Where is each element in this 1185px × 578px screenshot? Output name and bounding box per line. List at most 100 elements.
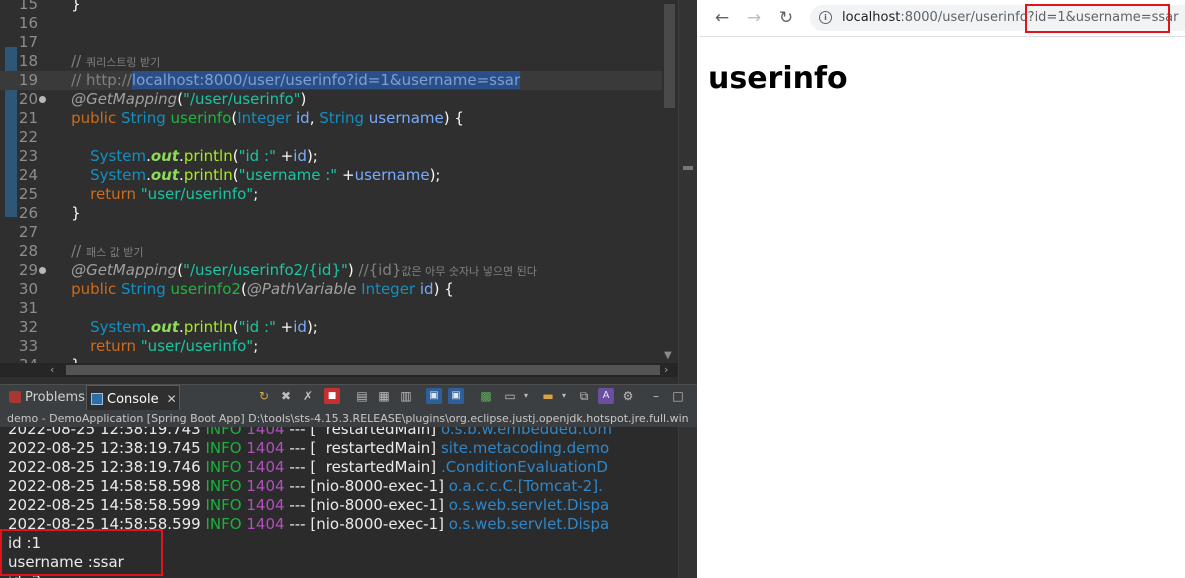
chevron-down-icon[interactable]: ▾: [518, 388, 534, 404]
code-line[interactable]: 20 @GetMapping("/user/userinfo"): [0, 90, 662, 109]
pin-console-icon[interactable]: ▩: [478, 388, 494, 404]
code-line[interactable]: 19 // http://localhost:8000/user/userinf…: [0, 71, 662, 90]
code-line[interactable]: 17: [0, 33, 662, 52]
info-icon[interactable]: i: [819, 11, 832, 24]
code-token: );: [306, 147, 318, 165]
word-wrap-icon[interactable]: ▥: [398, 388, 414, 404]
log-level: INFO: [205, 427, 242, 438]
log-logger: site.metacoding.demo: [440, 439, 610, 457]
ruler-marker: [683, 166, 693, 170]
code-token: System: [52, 166, 147, 184]
line-number: 30: [18, 280, 38, 298]
editor-horizontal-scrollbar[interactable]: ‹ ›: [0, 363, 678, 377]
line-number: 16: [18, 14, 38, 32]
tab-problems[interactable]: Problems: [9, 385, 85, 411]
line-number: 18: [18, 52, 38, 70]
console-output[interactable]: 2022-08-25 12:38:19.743 INFO 1404 --- [ …: [0, 427, 678, 578]
code-text: @GetMapping("/user/userinfo2/{id}") //{i…: [52, 261, 537, 281]
code-line[interactable]: 29 @GetMapping("/user/userinfo2/{id}") /…: [0, 261, 662, 280]
show-stderr-icon[interactable]: ▣: [448, 388, 464, 404]
line-number: 26: [18, 204, 38, 222]
code-token: ) {: [443, 109, 464, 127]
log-thread: --- [nio-8000-exec-1]: [289, 496, 444, 514]
code-token: String: [120, 109, 171, 127]
line-number: 29: [18, 261, 38, 279]
code-token: Integer: [237, 109, 296, 127]
code-token: println: [183, 166, 233, 184]
code-token: "/user/userinfo2/{id}": [183, 261, 348, 279]
line-number: 24: [18, 166, 38, 184]
reload-icon[interactable]: ↻: [774, 6, 798, 30]
show-stdout-icon[interactable]: ▣: [426, 388, 442, 404]
editor-vertical-scrollbar[interactable]: ▼: [662, 0, 678, 363]
scroll-right-icon[interactable]: ›: [664, 363, 668, 377]
code-line[interactable]: 24 System.out.println("username :" +user…: [0, 166, 662, 185]
code-line[interactable]: 21 public String userinfo(Integer id, St…: [0, 109, 662, 128]
fold-toggle-icon[interactable]: [39, 96, 46, 103]
relaunch-icon[interactable]: ↻: [256, 388, 272, 404]
code-token: "/user/userinfo": [183, 90, 301, 108]
line-number: 32: [18, 318, 38, 336]
console-icon: [91, 393, 103, 405]
new-console-icon[interactable]: ▬: [540, 388, 556, 404]
scrollbar-thumb[interactable]: [66, 365, 660, 375]
copy-icon[interactable]: ⧉: [576, 388, 592, 404]
tab-console[interactable]: Console ✕: [86, 385, 180, 411]
scrollbar-thumb[interactable]: [664, 4, 675, 108]
code-line[interactable]: 15 }: [0, 0, 662, 14]
scroll-lock-icon[interactable]: ▦: [376, 388, 392, 404]
code-line[interactable]: 18 // 쿼리스트링 받기: [0, 52, 662, 71]
code-line[interactable]: 31: [0, 299, 662, 318]
terminate-icon[interactable]: ■: [324, 388, 340, 404]
code-line[interactable]: 27: [0, 223, 662, 242]
remove-launch-icon[interactable]: ✖: [278, 388, 294, 404]
code-line[interactable]: 26 }: [0, 204, 662, 223]
code-editor[interactable]: 15 } 16 17 18 // 쿼리스트링 받기 19 // http://local…: [0, 0, 678, 363]
log-thread: --- [nio-8000-exec-1]: [289, 515, 444, 533]
code-token: println: [183, 318, 233, 336]
code-token: username: [354, 166, 430, 184]
code-line[interactable]: 28 // 패스 값 받기: [0, 242, 662, 261]
spell-check-icon[interactable]: A: [598, 388, 614, 404]
log-pid: 1404: [246, 515, 285, 533]
log-pid: 1404: [246, 477, 285, 495]
log-logger: o.a.c.c.C.[Tomcat-2].: [448, 477, 603, 495]
clear-console-icon[interactable]: ▤: [354, 388, 370, 404]
log-thread: --- [ restartedMain]: [289, 427, 437, 438]
code-line[interactable]: 32 System.out.println("id :" +id);: [0, 318, 662, 337]
chevron-down-icon[interactable]: ▾: [556, 388, 572, 404]
display-console-icon[interactable]: ▭: [502, 388, 518, 404]
code-token: }: [52, 356, 81, 363]
code-line[interactable]: 33 return "user/userinfo";: [0, 337, 662, 356]
code-token: +: [275, 318, 294, 336]
code-line[interactable]: 25 return "user/userinfo";: [0, 185, 662, 204]
forward-icon[interactable]: →: [742, 6, 766, 30]
code-line[interactable]: 30 public String userinfo2(@PathVariable…: [0, 280, 662, 299]
settings-icon[interactable]: ⚙: [620, 388, 636, 404]
log-line: 2022-08-25 12:38:19.746 INFO 1404 --- [ …: [8, 458, 608, 477]
scroll-left-icon[interactable]: ‹: [50, 363, 54, 377]
code-token: out: [150, 166, 180, 184]
scroll-down-icon[interactable]: ▼: [664, 350, 672, 361]
code-token: @GetMapping: [52, 90, 178, 108]
fold-toggle-icon[interactable]: [39, 267, 46, 274]
code-line[interactable]: 23 System.out.println("id :" +id);: [0, 147, 662, 166]
code-token: //{id}: [358, 261, 402, 279]
log-level: INFO: [205, 439, 242, 457]
log-logger: o.s.web.servlet.Dispa: [448, 496, 610, 514]
code-token: out: [150, 318, 180, 336]
code-token: );: [429, 166, 441, 184]
minimize-icon[interactable]: –: [648, 388, 664, 404]
back-icon[interactable]: ←: [710, 6, 734, 30]
maximize-icon[interactable]: □: [670, 388, 686, 404]
problems-icon: [9, 391, 21, 403]
code-token: +: [275, 147, 294, 165]
line-number: 25: [18, 185, 38, 203]
code-text: System.out.println("username :" +usernam…: [52, 166, 440, 185]
log-pid: 1404: [246, 458, 285, 476]
code-line[interactable]: 16: [0, 14, 662, 33]
code-line[interactable]: 34 }: [0, 356, 662, 363]
remove-all-terminated-icon[interactable]: ✗: [300, 388, 316, 404]
close-icon[interactable]: ✕: [167, 392, 177, 406]
code-line[interactable]: 22: [0, 128, 662, 147]
